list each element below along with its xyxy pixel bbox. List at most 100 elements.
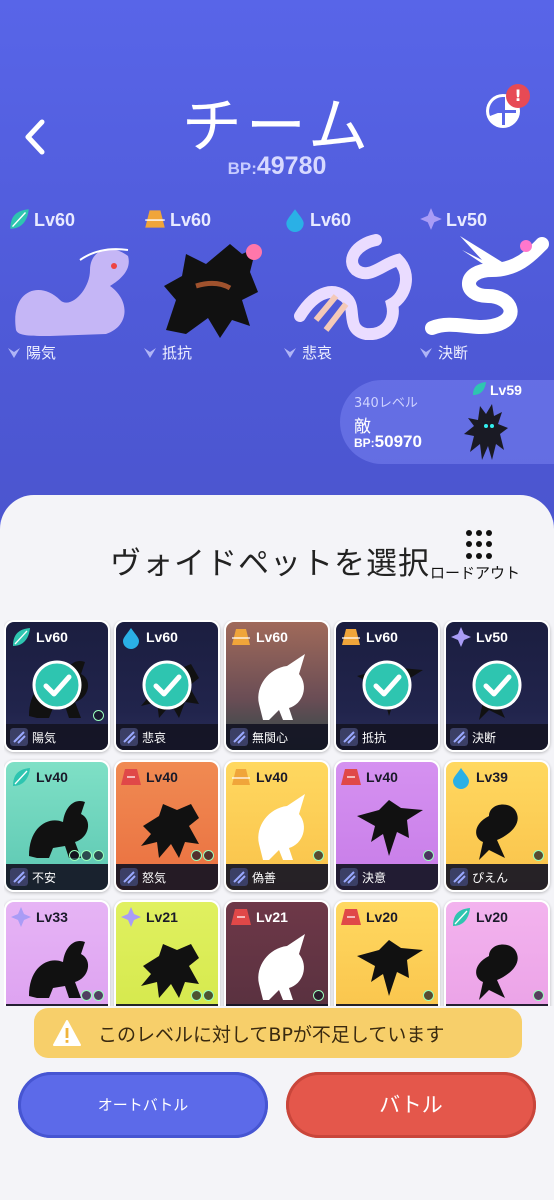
team-pet-emotion: 決断 xyxy=(418,342,468,363)
fire-element-icon xyxy=(121,769,141,785)
team-slot-4[interactable]: Lv50 決断 xyxy=(418,200,554,363)
pet-level: Lv60 xyxy=(366,629,398,645)
pet-card[interactable]: Lv40 決意 xyxy=(334,760,440,892)
pet-emotion-bar xyxy=(116,1004,218,1006)
pet-level: Lv40 xyxy=(146,769,178,785)
team-pet-emotion: 陽気 xyxy=(6,342,56,363)
battle-button[interactable]: バトル xyxy=(286,1072,536,1138)
pet-card[interactable]: Lv60 無関心 xyxy=(224,620,330,752)
pet-silhouette xyxy=(258,654,305,720)
pet-level: Lv33 xyxy=(36,909,68,925)
star-rating xyxy=(191,990,214,1002)
pet-emotion-bar: ぴえん xyxy=(446,864,548,890)
team-slot-1[interactable]: Lv60 陽気 xyxy=(6,200,142,363)
pet-card[interactable]: Lv39 ぴえん xyxy=(444,760,550,892)
pet-card[interactable]: Lv50 決断 xyxy=(444,620,550,752)
leaf-element-icon xyxy=(13,768,30,786)
pet-card[interactable]: Lv20 xyxy=(334,900,440,1006)
enemy-panel[interactable]: 340レベル 敵 BP:50970 Lv59 xyxy=(340,380,554,464)
pet-level: Lv21 xyxy=(256,909,288,925)
emotion-icon xyxy=(284,347,296,358)
pet-level: Lv40 xyxy=(366,769,398,785)
enemy-lv: Lv59 xyxy=(490,382,522,398)
pet-emotion: 無関心 xyxy=(252,731,289,745)
team-slot-3[interactable]: Lv60 悲哀 xyxy=(282,200,418,362)
star-rating xyxy=(533,990,544,1002)
team-bp: BP:49780 xyxy=(0,152,554,181)
pet-card[interactable]: Lv21 xyxy=(224,900,330,1006)
pet-level: Lv20 xyxy=(476,909,508,925)
emotion-icon xyxy=(230,868,248,886)
pet-silhouette xyxy=(476,944,518,1000)
check-circle-icon xyxy=(32,660,82,710)
warning-text: このレベルに対してBPが不足しています xyxy=(98,1023,445,1046)
leaf-element-icon xyxy=(10,209,29,229)
team-pet-level: Lv60 xyxy=(170,210,212,230)
star-icon xyxy=(191,990,202,1001)
pet-silhouette xyxy=(258,794,305,860)
star-icon xyxy=(69,850,80,861)
enemy-bp: BP:50970 xyxy=(354,432,422,452)
enemy-level-text: 340レベル xyxy=(354,396,418,411)
team-menu-button[interactable]: ! xyxy=(486,84,530,128)
pet-card[interactable]: Lv21 xyxy=(114,900,220,1006)
auto-battle-button[interactable]: オートバトル xyxy=(18,1072,268,1138)
fire-element-icon xyxy=(341,769,361,785)
bp-value: 49780 xyxy=(256,152,327,180)
team-pet-emotion-label: 抵抗 xyxy=(162,344,193,362)
emotion-icon xyxy=(10,868,28,886)
star-icon xyxy=(423,990,434,1001)
bp-label: BP: xyxy=(227,159,257,178)
pet-level: Lv50 xyxy=(476,629,508,645)
pet-card[interactable]: Lv60 抵抗 xyxy=(334,620,440,752)
enemy-bp-value: 50970 xyxy=(374,432,422,451)
pet-emotion-bar xyxy=(226,1004,328,1006)
emotion-icon xyxy=(450,868,468,886)
check-circle-icon xyxy=(472,660,522,710)
pet-emotion-bar: 偽善 xyxy=(226,864,328,890)
pet-card[interactable]: Lv33 xyxy=(4,900,110,1006)
water-element-icon xyxy=(453,768,469,789)
loadout-button[interactable]: ロードアウト xyxy=(430,528,534,586)
pet-emotion-bar: 不安 xyxy=(6,864,108,890)
crystal-element-icon xyxy=(121,907,141,927)
pet-emotion: 陽気 xyxy=(32,731,57,745)
pet-emotion-bar: 決意 xyxy=(336,864,438,890)
star-rating xyxy=(93,710,104,722)
star-icon xyxy=(533,990,544,1001)
team-slot-2[interactable]: Lv60 抵抗 xyxy=(142,200,278,362)
pet-card[interactable]: Lv60 悲哀 xyxy=(114,620,220,752)
star-icon xyxy=(313,990,324,1001)
pet-emotion: 偽善 xyxy=(252,871,277,885)
star-icon xyxy=(203,990,214,1001)
check-circle-icon xyxy=(362,660,412,710)
pet-emotion-bar: 悲哀 xyxy=(116,724,218,750)
team-pet-image xyxy=(294,234,412,340)
star-icon xyxy=(81,990,92,1001)
water-element-icon xyxy=(286,209,304,232)
pet-card[interactable]: Lv40 偽善 xyxy=(224,760,330,892)
star-icon xyxy=(191,850,202,861)
star-icon xyxy=(533,850,544,861)
earth-element-icon xyxy=(232,769,250,785)
pet-card[interactable]: Lv60 陽気 xyxy=(4,620,110,752)
star-icon xyxy=(81,850,92,861)
fire-element-icon xyxy=(341,909,361,925)
star-icon xyxy=(203,850,214,861)
pet-card[interactable]: Lv20 xyxy=(444,900,550,1006)
pet-emotion: 決断 xyxy=(472,731,497,745)
emotion-icon xyxy=(450,728,468,746)
earth-element-icon xyxy=(232,629,250,645)
pet-emotion: 決意 xyxy=(362,871,387,885)
team-pet-emotion-label: 陽気 xyxy=(26,344,57,362)
pet-emotion-bar: 怒気 xyxy=(116,864,218,890)
emotion-icon xyxy=(8,347,20,358)
leaf-element-icon xyxy=(473,382,486,395)
pet-card[interactable]: Lv40 不安 xyxy=(4,760,110,892)
pet-level: Lv40 xyxy=(256,769,288,785)
grid-dots-icon xyxy=(466,530,496,560)
star-rating xyxy=(81,990,104,1002)
bp-warning: このレベルに対してBPが不足しています xyxy=(34,1008,522,1058)
pet-card[interactable]: Lv40 怒気 xyxy=(114,760,220,892)
pet-grid: Lv60 陽気 Lv60 悲哀 Lv60 無関心 Lv60 抵抗 Lv50 決断 Lv40 不安 Lv4… xyxy=(4,620,554,1006)
